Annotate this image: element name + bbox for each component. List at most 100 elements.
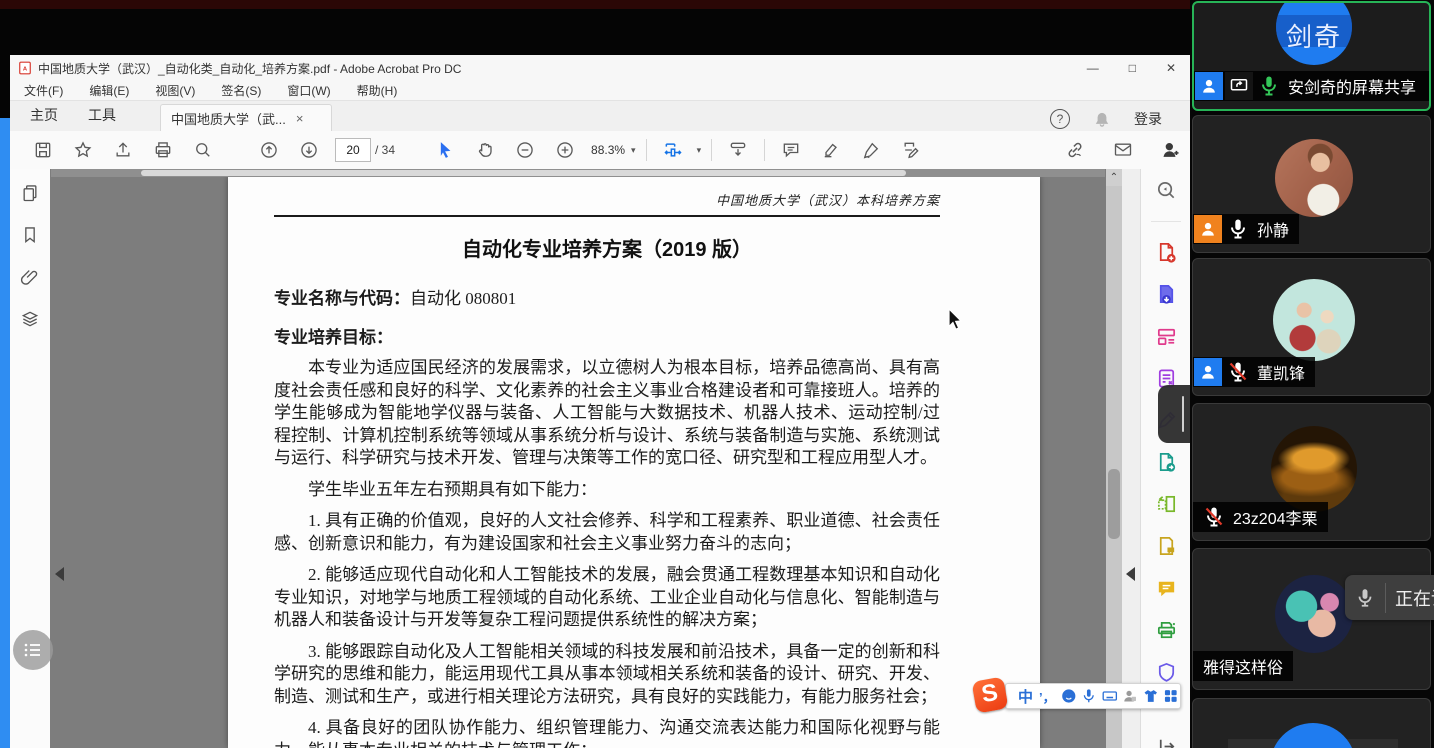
menu-file[interactable]: 文件(F) — [24, 82, 63, 99]
comment-bubble-icon[interactable] — [1155, 577, 1178, 600]
participant-tile-partial[interactable] — [1192, 698, 1431, 748]
select-tool-icon[interactable] — [435, 140, 455, 160]
acrobat-window: A 中国地质大学（武汉）_自动化类_自动化_培养方案.pdf - Adobe A… — [10, 55, 1190, 748]
print-icon[interactable] — [153, 140, 173, 160]
login-button[interactable]: 登录 — [1134, 109, 1162, 129]
soft-keyboard-icon[interactable] — [1101, 687, 1119, 705]
send-file-icon[interactable] — [1155, 451, 1178, 474]
ability-item-2: 2. 能够适应现代自动化和人工智能技术的发展，融会贯通工程数理基本知识和自动化专… — [274, 564, 940, 632]
mouse-cursor — [948, 308, 968, 335]
speaking-mic-button[interactable] — [1345, 575, 1385, 620]
add-person-icon[interactable] — [1161, 140, 1181, 160]
page-number-input[interactable] — [335, 138, 371, 162]
participant-tile[interactable]: 孙静 — [1192, 115, 1431, 253]
fill-sign-icon[interactable] — [901, 140, 921, 160]
tab-home[interactable]: 主页 — [20, 99, 68, 131]
sidebar-collapse-handle[interactable] — [1158, 385, 1190, 443]
request-signature-icon[interactable] — [1155, 535, 1178, 558]
ime-skin-icon[interactable] — [1142, 687, 1160, 705]
tab-bar: 主页 工具 中国地质大学（武... × ? 登录 — [10, 101, 1190, 131]
ime-profile-icon[interactable] — [1121, 687, 1139, 705]
layers-icon[interactable] — [20, 309, 40, 329]
page-header: 中国地质大学（武汉）本科培养方案 — [274, 190, 940, 209]
ime-toolbar[interactable]: S 中 ’， — [1005, 683, 1181, 709]
participant-name: 雅得这样俗 — [1203, 654, 1283, 678]
ime-punctuation-icon[interactable]: ’， — [1039, 687, 1056, 706]
share-upload-icon[interactable] — [113, 140, 133, 160]
bell-icon[interactable] — [1092, 109, 1112, 129]
avatar: 剑奇 — [1276, 1, 1352, 65]
pdf-file-icon: A — [18, 61, 32, 75]
protect-shield-icon[interactable] — [1155, 661, 1178, 684]
zoom-caret-icon[interactable]: ▾ — [631, 145, 636, 156]
participant-tile[interactable]: 董凯锋 — [1192, 258, 1431, 396]
hand-tool-icon[interactable] — [475, 140, 495, 160]
organize-pages-icon[interactable] — [1155, 493, 1178, 516]
page-thumbnails-icon[interactable] — [20, 183, 40, 203]
next-page-icon[interactable] — [299, 140, 319, 160]
avatar — [1273, 279, 1355, 361]
mic-muted-icon — [1202, 505, 1226, 529]
next-page-arrow[interactable] — [1126, 567, 1135, 581]
voice-input-icon[interactable] — [1080, 687, 1098, 705]
previous-page-icon[interactable] — [259, 140, 279, 160]
edit-pdf-icon[interactable] — [1155, 325, 1178, 348]
participant-name: 董凯锋 — [1257, 360, 1305, 384]
ime-toolbox-icon[interactable] — [1162, 687, 1180, 705]
participant-tile-sharer[interactable]: 剑奇 安剑奇的屏幕共享 — [1192, 1, 1431, 111]
fit-caret-icon[interactable]: ▾ — [697, 145, 702, 156]
sogou-logo-icon[interactable]: S — [971, 676, 1008, 713]
participant-name-bar: 安剑奇的屏幕共享 — [1194, 71, 1429, 101]
ime-mode-chinese[interactable]: 中 — [1018, 686, 1033, 707]
menu-sign[interactable]: 签名(S) — [221, 82, 261, 99]
export-pdf-icon[interactable] — [1155, 283, 1178, 306]
header-rule — [274, 215, 940, 217]
participant-name-bar: 23z204李栗 — [1193, 502, 1328, 532]
minimize-button[interactable]: — — [1087, 61, 1099, 75]
search-tool-icon[interactable] — [1155, 179, 1178, 202]
create-pdf-icon[interactable] — [1155, 241, 1178, 264]
fit-width-icon[interactable] — [663, 140, 683, 160]
vertical-scroll-thumb[interactable] — [1108, 469, 1120, 539]
vertical-scrollbar[interactable]: ⌃ — [1106, 169, 1122, 748]
comment-icon[interactable] — [781, 140, 801, 160]
menu-view[interactable]: 视图(V) — [155, 82, 195, 99]
tab-document[interactable]: 中国地质大学（武... × — [160, 104, 332, 131]
mic-icon — [1354, 587, 1376, 609]
attachments-icon[interactable] — [20, 267, 40, 287]
help-icon[interactable]: ? — [1050, 109, 1070, 129]
zoom-level[interactable]: 88.3% — [591, 143, 625, 157]
maximize-button[interactable]: □ — [1129, 61, 1136, 75]
scan-print-icon[interactable] — [1155, 619, 1178, 642]
annotation-list-button[interactable] — [13, 630, 53, 670]
highlighter-icon[interactable] — [821, 140, 841, 160]
major-code-line: 专业名称与代码：自动化 080801 — [274, 284, 940, 309]
horizontal-scroll-thumb[interactable] — [141, 170, 906, 176]
save-icon[interactable] — [33, 140, 53, 160]
avatar — [1270, 723, 1356, 748]
zoom-out-icon[interactable] — [515, 140, 535, 160]
star-icon[interactable] — [73, 140, 93, 160]
participant-tile[interactable]: 23z204李栗 — [1192, 403, 1431, 541]
tab-tools[interactable]: 工具 — [78, 99, 126, 131]
presentation-icon[interactable] — [728, 140, 748, 160]
search-icon[interactable] — [193, 140, 213, 160]
pdf-page: 中国地质大学（武汉）本科培养方案 自动化专业培养方案（2019 版） 专业名称与… — [228, 176, 1040, 748]
horizontal-scrollbar[interactable] — [51, 169, 1105, 177]
scroll-up-icon[interactable]: ⌃ — [1106, 169, 1122, 186]
list-icon — [21, 638, 45, 662]
document-area[interactable]: 中国地质大学（武汉）本科培养方案 自动化专业培养方案（2019 版） 专业名称与… — [50, 169, 1106, 748]
menu-edit[interactable]: 编辑(E) — [89, 82, 129, 99]
tab-close-icon[interactable]: × — [296, 111, 304, 126]
menu-help[interactable]: 帮助(H) — [357, 82, 398, 99]
zoom-in-icon[interactable] — [555, 140, 575, 160]
menu-window[interactable]: 窗口(W) — [287, 82, 330, 99]
email-icon[interactable] — [1113, 140, 1133, 160]
link-icon[interactable] — [1065, 140, 1085, 160]
expand-panel-icon[interactable] — [1155, 735, 1178, 748]
emoji-icon[interactable] — [1060, 687, 1078, 705]
close-button[interactable]: ✕ — [1166, 61, 1176, 75]
bookmarks-icon[interactable] — [20, 225, 40, 245]
sign-pen-icon[interactable] — [861, 140, 881, 160]
previous-page-arrow[interactable] — [55, 567, 64, 581]
